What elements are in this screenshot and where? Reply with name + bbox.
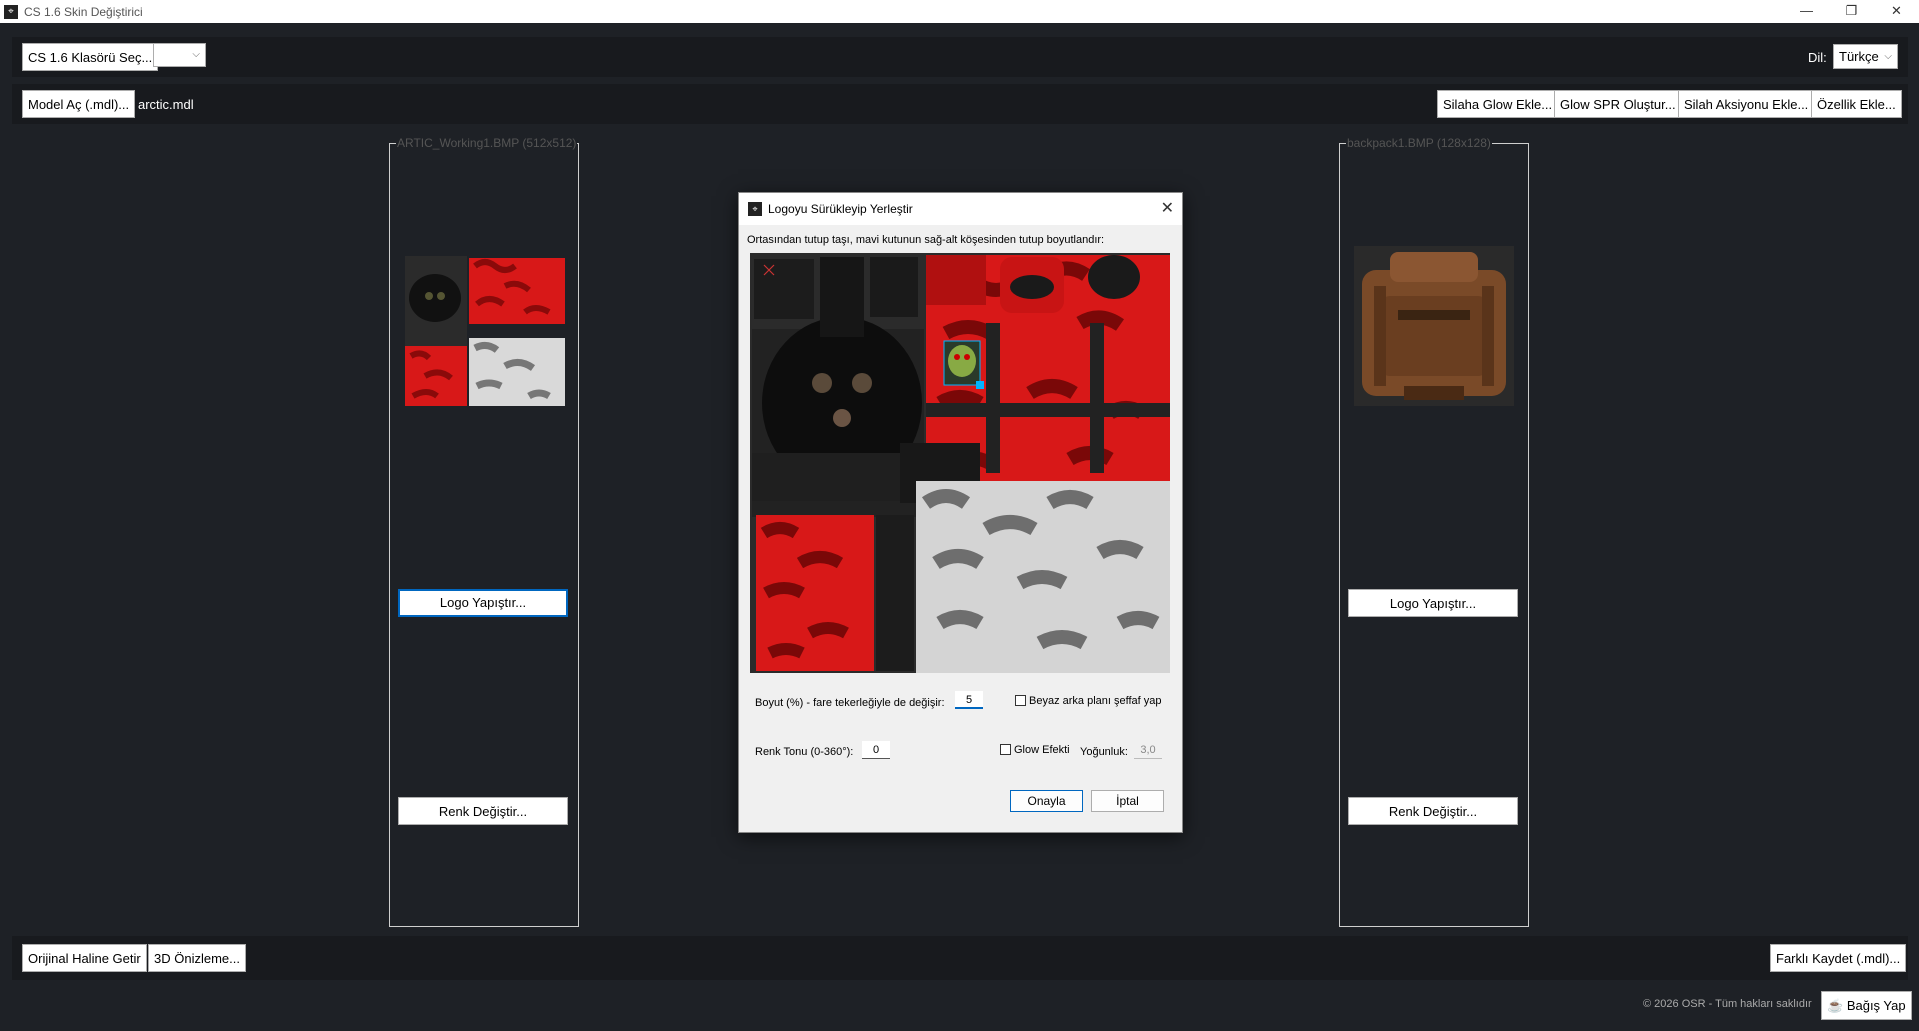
texture-title-right: backpack1.BMP (128x128) (1346, 136, 1492, 150)
white-transparent-checkbox[interactable]: Beyaz arka planı şeffaf yap (1015, 695, 1162, 707)
size-label: Boyut (%) - fare tekerleğiyle de değişir… (755, 697, 945, 709)
toolbar-model: Model Aç (.mdl)... arctic.mdl Silaha Glo… (12, 84, 1908, 124)
resize-handle[interactable] (976, 381, 984, 389)
logo-placement-dialog: ⌖ Logoyu Sürükleyip Yerleştir ✕ Ortasınd… (738, 192, 1183, 833)
dialog-title: Logoyu Sürükleyip Yerleştir (768, 202, 913, 216)
close-icon[interactable]: ✕ (1874, 0, 1919, 23)
dialog-titlebar: ⌖ Logoyu Sürükleyip Yerleştir (739, 193, 1182, 225)
model-name: arctic.mdl (138, 97, 194, 112)
select-folder-button[interactable]: CS 1.6 Klasörü Seç... (22, 43, 159, 71)
intensity-input[interactable]: 3,0 (1134, 741, 1162, 759)
glow-effect-checkbox[interactable]: Glow Efekti (1000, 744, 1070, 756)
3d-preview-button[interactable]: 3D Önizleme... (148, 944, 246, 972)
texture-panel-left: ARTIC_Working1.BMP (512x512) Logo Yapışt… (389, 136, 579, 927)
coffee-icon: ☕ (1827, 998, 1844, 1013)
intensity-label: Yoğunluk: (1080, 746, 1128, 758)
chevron-down-icon: ⌵ (192, 49, 200, 60)
size-input[interactable]: 5 (955, 691, 983, 709)
checkbox-icon (1000, 744, 1011, 755)
close-icon[interactable]: ✕ (1161, 198, 1174, 218)
minimize-icon[interactable]: — (1784, 0, 1829, 23)
save-as-button[interactable]: Farklı Kaydet (.mdl)... (1770, 944, 1907, 972)
chevron-down-icon: ⌵ (1884, 51, 1892, 62)
copyright: © 2026 OSR - Tüm hakları saklıdır (1643, 998, 1812, 1010)
texture-thumbnail-left[interactable] (405, 246, 565, 406)
open-model-button[interactable]: Model Aç (.mdl)... (22, 90, 136, 118)
create-spr-button[interactable]: Glow SPR Oluştur... (1554, 90, 1682, 118)
window-titlebar: ⌖ CS 1.6 Skin Değiştirici — ❐ ✕ (0, 0, 1919, 23)
language-label: Dil: (1808, 50, 1827, 65)
app-icon: ⌖ (4, 4, 18, 19)
change-color-button-left[interactable]: Renk Değiştir... (398, 797, 568, 825)
add-feature-button[interactable]: Özellik Ekle... (1811, 90, 1902, 118)
toolbar-folder: CS 1.6 Klasörü Seç... ⌵ Dil: Türkçe ⌵ (12, 37, 1908, 77)
texture-title-left: ARTIC_Working1.BMP (512x512) (396, 136, 578, 150)
texture-canvas[interactable] (750, 253, 1170, 673)
maximize-icon[interactable]: ❐ (1829, 0, 1874, 23)
paste-logo-button-right[interactable]: Logo Yapıştır... (1348, 589, 1518, 617)
hue-label: Renk Tonu (0-360°): (755, 746, 854, 758)
add-action-button[interactable]: Silah Aksiyonu Ekle... (1678, 90, 1815, 118)
dialog-instructions: Ortasından tutup taşı, mavi kutunun sağ-… (747, 234, 1105, 246)
add-glow-button[interactable]: Silaha Glow Ekle... (1437, 90, 1559, 118)
window-title: CS 1.6 Skin Değiştirici (24, 4, 143, 19)
confirm-button[interactable]: Onayla (1010, 790, 1083, 812)
app-icon: ⌖ (748, 202, 762, 216)
hue-input[interactable]: 0 (862, 741, 890, 759)
checkbox-icon (1015, 695, 1026, 706)
texture-thumbnail-right[interactable] (1354, 246, 1514, 406)
profile-combo[interactable]: ⌵ (153, 43, 206, 67)
language-select[interactable]: Türkçe ⌵ (1833, 44, 1898, 69)
cancel-button[interactable]: İptal (1091, 790, 1164, 812)
texture-panel-right: backpack1.BMP (128x128) Logo Yapıştır...… (1339, 136, 1529, 927)
toolbar-bottom: Orijinal Haline Getir 3D Önizleme... Far… (12, 936, 1908, 980)
paste-logo-button-left[interactable]: Logo Yapıştır... (398, 589, 568, 617)
restore-original-button[interactable]: Orijinal Haline Getir (22, 944, 147, 972)
donate-button[interactable]: ☕ Bağış Yap (1821, 991, 1912, 1020)
change-color-button-right[interactable]: Renk Değiştir... (1348, 797, 1518, 825)
